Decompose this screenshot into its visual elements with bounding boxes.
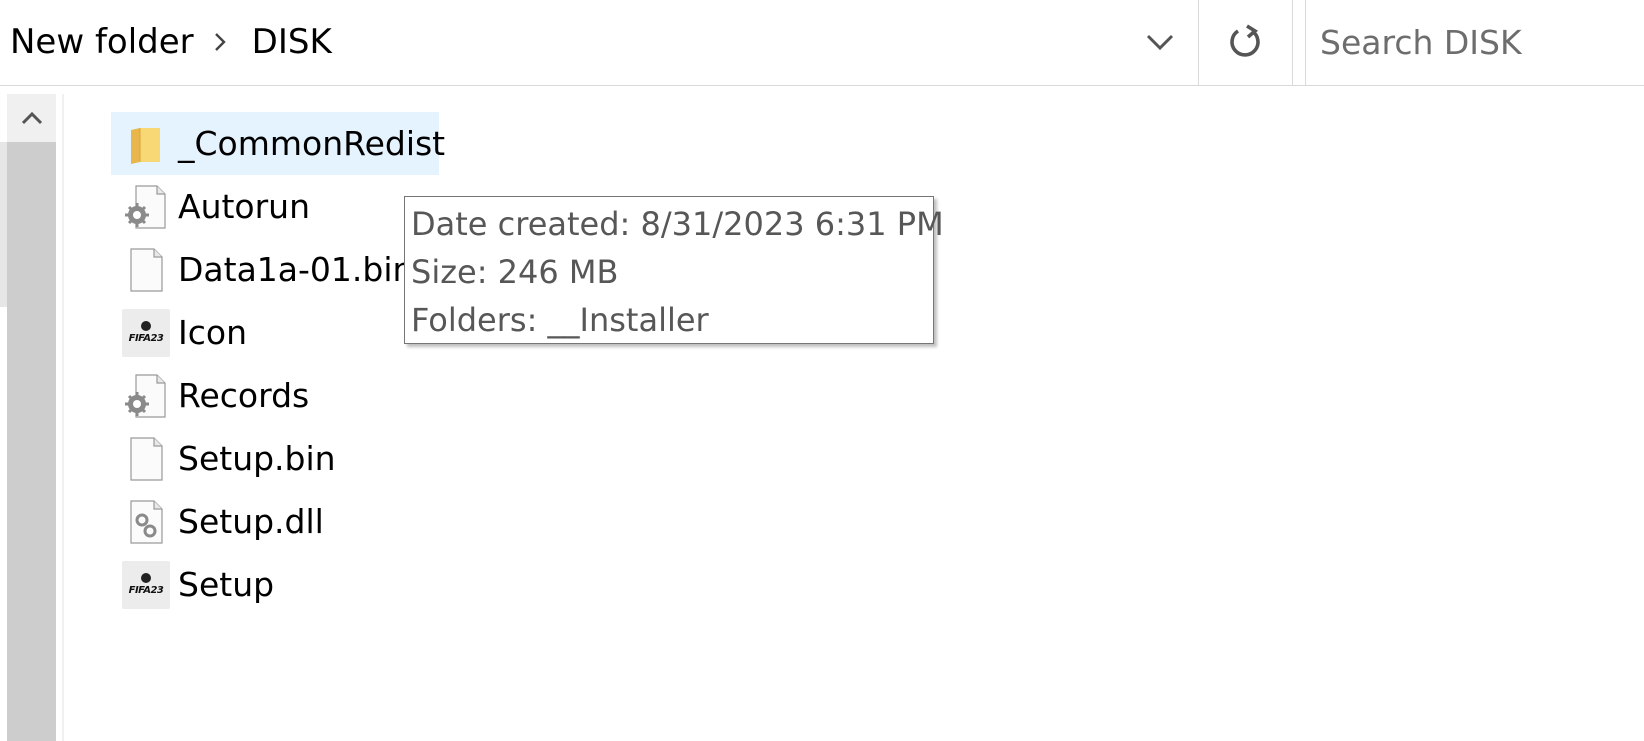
chevron-up-icon [21,111,42,125]
list-item[interactable]: Setup.dll [111,490,439,553]
fifa-logo-text: FIFA23 [128,333,164,344]
file-name: Autorun [178,187,311,226]
tooltip-date-created: Date created: 8/31/2023 6:31 PM [411,205,944,243]
list-item[interactable]: FIFA23 Icon [111,301,439,364]
pane-divider [62,94,64,741]
fifa23-icon: FIFA23 [121,308,171,358]
vertical-scrollbar[interactable] [0,94,56,741]
tooltip-folders: Folders: __Installer [411,301,709,339]
fifa23-icon: FIFA23 [121,560,171,610]
breadcrumb: New folder DISK [10,0,332,84]
file-name: Setup.dll [178,502,324,541]
list-item[interactable]: Autorun [111,175,439,238]
address-bar: New folder DISK [0,0,1644,86]
tooltip-size: Size: 246 MB [411,253,619,291]
list-item[interactable]: FIFA23 Setup [111,553,439,616]
settings-file-icon [121,371,171,421]
list-item[interactable]: Setup.bin [111,427,439,490]
fifa-logo-text: FIFA23 [128,585,164,596]
scroll-up-button[interactable] [7,94,56,142]
refresh-icon [1230,24,1260,57]
scroll-thumb[interactable] [0,142,7,307]
blank-file-icon [121,245,171,295]
search-input[interactable] [1306,22,1640,62]
breadcrumb-item-disk[interactable]: DISK [252,22,332,62]
file-name: Records [178,376,310,415]
search-box[interactable] [1306,0,1644,84]
list-item[interactable]: Records [111,364,439,427]
folder-icon [121,119,171,169]
file-info-tooltip: Date created: 8/31/2023 6:31 PM Size: 24… [404,196,944,344]
file-list: _CommonRedist Autorun Data1a-01.bin FIFA… [111,112,445,616]
settings-file-icon [121,182,171,232]
file-name: Setup [178,565,275,604]
address-history-dropdown[interactable] [1122,0,1198,84]
file-name: Data1a-01.bin [178,250,414,289]
blank-file-icon [121,434,171,484]
chevron-right-icon[interactable] [214,32,226,52]
file-name: Setup.bin [178,439,336,478]
chevron-down-icon [1146,34,1174,51]
divider [1198,0,1199,85]
file-name: Icon [178,313,247,352]
divider [1292,0,1293,85]
list-item[interactable]: Data1a-01.bin [111,238,439,301]
list-item[interactable]: _CommonRedist [111,112,445,175]
refresh-button[interactable] [1200,0,1292,84]
breadcrumb-item-new-folder[interactable]: New folder [10,22,194,62]
dll-file-icon [121,497,171,547]
file-name: _CommonRedist [178,124,446,163]
